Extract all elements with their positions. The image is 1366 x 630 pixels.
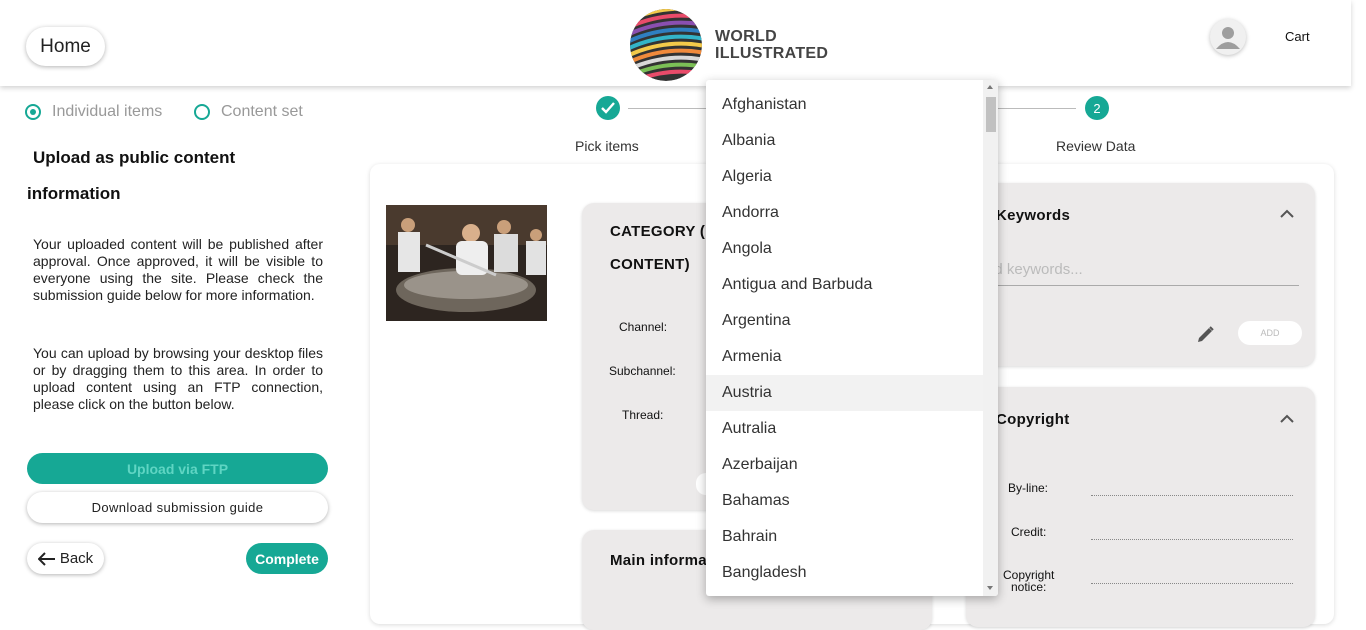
country-option[interactable]: Autralia — [706, 411, 983, 447]
copyright-notice-input[interactable] — [1091, 583, 1293, 584]
radio-unselected-icon[interactable] — [194, 104, 210, 120]
country-option[interactable]: Bahamas — [706, 483, 983, 519]
keywords-underline — [986, 285, 1299, 286]
radio-label: Individual items — [52, 103, 163, 120]
step-2-indicator: 2 — [1085, 96, 1109, 120]
country-option[interactable]: Albania — [706, 123, 983, 159]
chevron-up-icon[interactable] — [1280, 209, 1294, 218]
arrow-left-icon — [37, 551, 55, 566]
country-option[interactable]: Algeria — [706, 159, 983, 195]
scrollbar-thumb[interactable] — [986, 97, 996, 132]
home-button[interactable]: Home — [26, 27, 105, 66]
credit-input[interactable] — [1091, 539, 1293, 540]
country-option[interactable]: Antigua and Barbuda — [706, 267, 983, 303]
chevron-up-icon[interactable] — [1280, 414, 1294, 423]
country-option[interactable]: Afghanistan — [706, 87, 983, 123]
country-option-highlighted[interactable]: Austria — [706, 375, 983, 411]
download-guide-button[interactable]: Download submission guide — [27, 492, 328, 523]
step-connector — [628, 108, 708, 109]
pencil-edit-icon[interactable] — [1196, 325, 1215, 344]
subchannel-label: Subchannel: — [609, 364, 676, 378]
upload-ftp-button[interactable]: Upload via FTP — [27, 453, 328, 484]
step-connector — [998, 108, 1076, 109]
add-keyword-button[interactable]: ADD — [1238, 321, 1302, 345]
country-option[interactable]: Angola — [706, 231, 983, 267]
thread-label: Thread: — [622, 408, 664, 422]
radio-selected-icon[interactable] — [25, 104, 41, 120]
keywords-title: Keywords — [996, 207, 1071, 224]
panel-title-continued: information — [27, 184, 121, 203]
country-option[interactable]: Armenia — [706, 339, 983, 375]
logo-line-1: WORLD — [715, 28, 777, 45]
country-option[interactable]: Azerbaijan — [706, 447, 983, 483]
back-label: Back — [59, 550, 94, 567]
channel-label: Channel: — [619, 320, 668, 334]
keywords-card: Keywords dd keywords... ADD — [966, 183, 1315, 366]
radio-content-set[interactable]: Content set — [194, 103, 303, 121]
country-option[interactable]: Bangladesh — [706, 555, 983, 591]
user-avatar-icon[interactable] — [1210, 19, 1246, 55]
info-paragraph-1: Your uploaded content will be published … — [33, 236, 323, 303]
dropdown-scrollbar[interactable] — [983, 80, 998, 596]
country-option[interactable]: Bahrain — [706, 519, 983, 555]
logo-text: WORLD ILLUSTRATED — [715, 28, 828, 62]
category-title-continued: CONTENT) — [610, 256, 690, 273]
scroll-down-arrow-icon[interactable] — [987, 586, 993, 590]
radio-label: Content set — [221, 103, 303, 120]
step-1-check-icon — [596, 96, 620, 120]
complete-button[interactable]: Complete — [246, 543, 328, 574]
step-1-label: Pick items — [575, 138, 639, 154]
copyright-card: Copyright By-line: Credit: Copyright not… — [966, 387, 1315, 627]
byline-label: By-line: — [1008, 481, 1049, 495]
back-button[interactable]: Back — [27, 543, 104, 574]
byline-input[interactable] — [1091, 495, 1293, 496]
country-option[interactable]: Argentina — [706, 303, 983, 339]
copyright-notice-label: Copyright notice: — [1003, 569, 1054, 593]
country-option[interactable]: Andorra — [706, 195, 983, 231]
info-paragraph-2: You can upload by browsing your desktop … — [33, 345, 323, 412]
category-title: CATEGORY ( — [610, 223, 706, 240]
cart-link[interactable]: Cart — [1285, 29, 1310, 44]
keywords-input[interactable]: dd keywords... — [986, 261, 1083, 278]
country-options-list: Afghanistan Albania Algeria Andorra Ango… — [706, 87, 983, 591]
scroll-up-arrow-icon[interactable] — [987, 85, 993, 89]
copyright-title: Copyright — [996, 411, 1070, 428]
logo-globe-icon — [630, 9, 702, 81]
credit-label: Credit: — [1011, 525, 1047, 539]
top-header: Home WORLD ILLUSTRATED Cart — [0, 0, 1351, 86]
panel-title: Upload as public content — [33, 148, 236, 167]
notice-label-line-2: notice: — [1011, 580, 1047, 594]
country-dropdown[interactable]: Afghanistan Albania Algeria Andorra Ango… — [706, 80, 998, 596]
radio-individual-items[interactable]: Individual items — [25, 103, 162, 121]
step-2-label: Review Data — [1056, 138, 1136, 154]
item-thumbnail[interactable] — [386, 205, 547, 321]
main-info-title: Main informa — [610, 552, 707, 569]
logo-line-2: ILLUSTRATED — [715, 45, 829, 62]
